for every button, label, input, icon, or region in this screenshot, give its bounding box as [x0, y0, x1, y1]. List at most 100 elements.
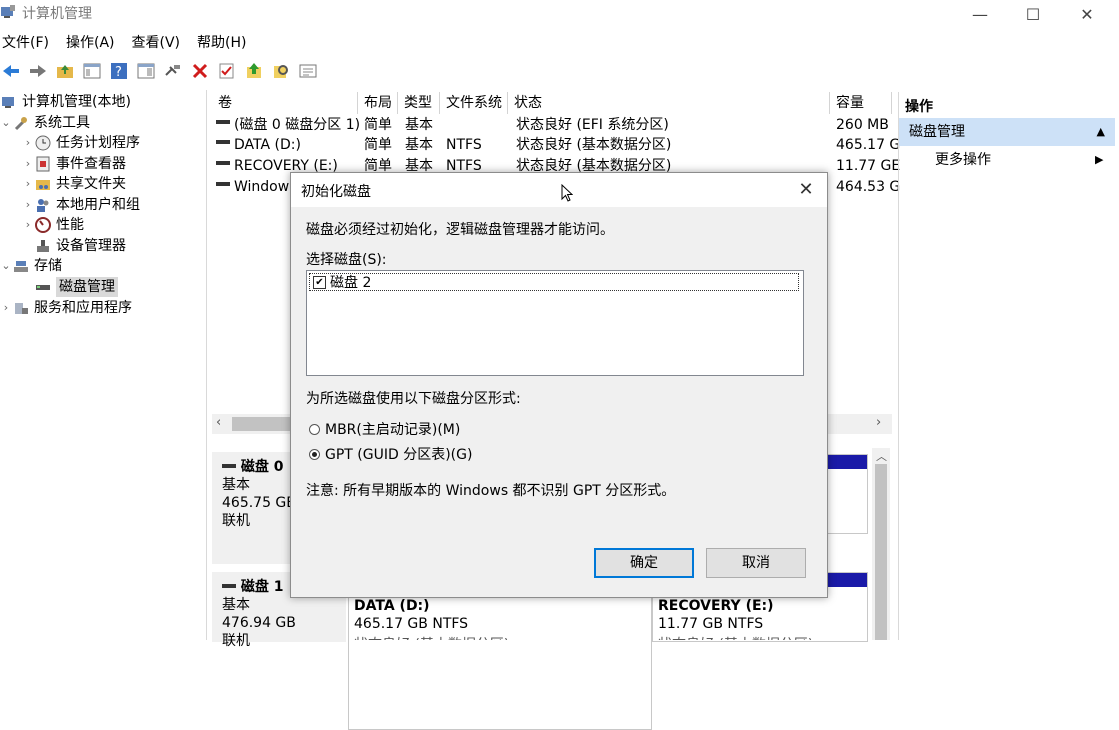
dialog-title: 初始化磁盘	[301, 184, 371, 200]
disk-1-status: 联机	[222, 633, 250, 649]
chevron-down-icon[interactable]: ⌄	[0, 113, 12, 133]
scroll-left-icon[interactable]: ‹	[216, 415, 221, 430]
tree-item-disk-management[interactable]: 磁盘管理	[34, 277, 118, 297]
actions-section-disk-management[interactable]: 磁盘管理 ▲	[899, 118, 1115, 146]
volume-drive-icon	[216, 156, 230, 176]
column-capacity[interactable]: 容量	[830, 92, 892, 114]
initialize-disk-dialog: 初始化磁盘 ✕ 磁盘必须经过初始化，逻辑磁盘管理器才能访问。 选择磁盘(S): …	[290, 172, 828, 598]
dialog-message: 磁盘必须经过初始化，逻辑磁盘管理器才能访问。	[306, 222, 614, 238]
close-button[interactable]: ✕	[1062, 0, 1112, 28]
computer-management-icon	[0, 4, 16, 20]
up-folder-icon[interactable]	[54, 60, 76, 82]
search-icon[interactable]	[270, 60, 292, 82]
disk-icon	[34, 278, 52, 296]
volume-drive-icon	[216, 177, 230, 197]
actions-header: 操作	[905, 99, 933, 115]
menu-help[interactable]: 帮助(H)	[195, 32, 255, 54]
disk-icon	[222, 584, 236, 588]
ok-button[interactable]: 确定	[594, 548, 694, 578]
list-view-icon[interactable]	[297, 60, 319, 82]
partition-data-fs: 465.17 GB NTFS	[354, 616, 469, 632]
disk-icon	[222, 464, 236, 468]
chevron-down-icon[interactable]: ⌄	[0, 256, 12, 276]
svg-text:?: ?	[115, 65, 122, 80]
chevron-right-icon[interactable]: ›	[22, 174, 34, 194]
mbr-option[interactable]: MBR(主启动记录)(M)	[309, 419, 460, 439]
chevron-right-icon[interactable]: ›	[22, 154, 34, 174]
table-row[interactable]: (磁盘 0 磁盘分区 1) 简单 基本 状态良好 (EFI 系统分区) 260 …	[212, 115, 892, 135]
column-layout[interactable]: 布局	[358, 92, 398, 114]
column-type[interactable]: 类型	[398, 92, 440, 114]
partition-data-status: 状态良好 (基本数据分区)	[354, 634, 509, 640]
tree-item-device-manager[interactable]: 设备管理器	[34, 236, 126, 256]
partition-data-name: DATA (D:)	[354, 598, 430, 614]
cancel-button[interactable]: 取消	[706, 548, 806, 578]
scroll-thumb[interactable]	[875, 464, 887, 640]
storage-icon	[12, 257, 30, 275]
column-status[interactable]: 状态	[508, 92, 830, 114]
export-icon[interactable]	[243, 60, 265, 82]
scroll-right-icon[interactable]: ›	[876, 415, 881, 430]
maximize-button[interactable]: ☐	[1008, 0, 1058, 28]
tree-item-event-viewer[interactable]: › 事件查看器	[22, 154, 126, 174]
users-icon	[34, 196, 52, 214]
chevron-right-icon[interactable]: ›	[0, 298, 12, 318]
gpt-option[interactable]: GPT (GUID 分区表)(G)	[309, 444, 472, 464]
performance-icon	[34, 216, 52, 234]
chevron-right-icon[interactable]: ›	[22, 195, 34, 215]
menu-bar: 文件(F) 操作(A) 查看(V) 帮助(H)	[0, 32, 1119, 54]
gpt-note: 注意: 所有早期版本的 Windows 都不识别 GPT 分区形式。	[306, 483, 676, 499]
collapse-up-icon[interactable]: ▲	[1097, 118, 1105, 146]
disk-0-partition[interactable]	[824, 454, 868, 534]
tree-item-task-scheduler[interactable]: › 任务计划程序	[22, 133, 140, 153]
help-icon[interactable]: ?	[108, 60, 130, 82]
select-disk-label: 选择磁盘(S):	[306, 252, 387, 268]
partition-bar	[825, 455, 867, 469]
tree-item-storage[interactable]: ⌄ 存储	[0, 256, 62, 276]
disk-1-type: 基本	[222, 597, 250, 613]
forward-icon[interactable]	[27, 60, 49, 82]
title-bar: 计算机管理 — ☐ ✕	[0, 0, 1119, 28]
dialog-close-icon[interactable]: ✕	[795, 179, 817, 201]
navigation-tree: 计算机管理(本地) ⌄ 系统工具 › 任务计划程序 › 事件查看器 › 共享文件…	[0, 90, 207, 640]
radio-unselected-icon[interactable]	[309, 423, 320, 435]
event-viewer-icon	[34, 155, 52, 173]
check-icon[interactable]	[216, 60, 238, 82]
back-icon[interactable]	[0, 60, 22, 82]
minimize-button[interactable]: —	[955, 0, 1005, 28]
more-actions-item[interactable]: 更多操作	[935, 150, 991, 170]
delete-icon[interactable]	[189, 60, 211, 82]
scroll-up-icon[interactable]: ︿	[876, 448, 887, 464]
actions-panel: 操作 磁盘管理 ▲ 更多操作 ▶	[898, 92, 1119, 640]
services-icon	[12, 299, 30, 317]
dialog-title-bar: 初始化磁盘 ✕	[291, 173, 827, 207]
chevron-right-icon[interactable]: ›	[22, 133, 34, 153]
mouse-cursor-icon	[561, 183, 574, 206]
vertical-scrollbar[interactable]: ︿	[872, 448, 890, 640]
disk-list-item[interactable]: ✔ 磁盘 2	[309, 273, 799, 291]
column-filesystem[interactable]: 文件系统	[440, 92, 508, 114]
menu-action[interactable]: 操作(A)	[64, 32, 124, 54]
tree-item-computer-management[interactable]: 计算机管理(本地)	[0, 92, 131, 112]
disk-select-list[interactable]: ✔ 磁盘 2	[306, 270, 804, 376]
checkbox-checked-icon[interactable]: ✔	[313, 275, 326, 289]
toolbar: ?	[0, 58, 1119, 84]
tree-item-system-tools[interactable]: ⌄ 系统工具	[0, 113, 90, 133]
tree-item-services-apps[interactable]: › 服务和应用程序	[0, 298, 132, 318]
radio-selected-icon[interactable]	[309, 448, 320, 460]
chevron-right-icon[interactable]: ›	[22, 215, 34, 235]
chevron-right-icon[interactable]: ▶	[1095, 150, 1103, 170]
connect-icon[interactable]	[162, 60, 184, 82]
tree-item-local-users[interactable]: › 本地用户和组	[22, 195, 140, 215]
menu-view[interactable]: 查看(V)	[130, 32, 190, 54]
partition-recovery-status: 状态良好 (基本数据分区)	[658, 634, 813, 640]
tree-item-performance[interactable]: › 性能	[22, 215, 84, 235]
menu-file[interactable]: 文件(F)	[0, 32, 58, 54]
properties-pane-icon[interactable]	[135, 60, 157, 82]
column-volume[interactable]: 卷	[212, 92, 358, 114]
show-hide-tree-icon[interactable]	[81, 60, 103, 82]
disk-1-size: 476.94 GB	[222, 615, 296, 631]
window-title: 计算机管理	[22, 6, 92, 22]
table-row[interactable]: DATA (D:) 简单 基本 NTFS 状态良好 (基本数据分区) 465.1…	[212, 135, 900, 155]
tree-item-shared-folders[interactable]: › 共享文件夹	[22, 174, 126, 194]
